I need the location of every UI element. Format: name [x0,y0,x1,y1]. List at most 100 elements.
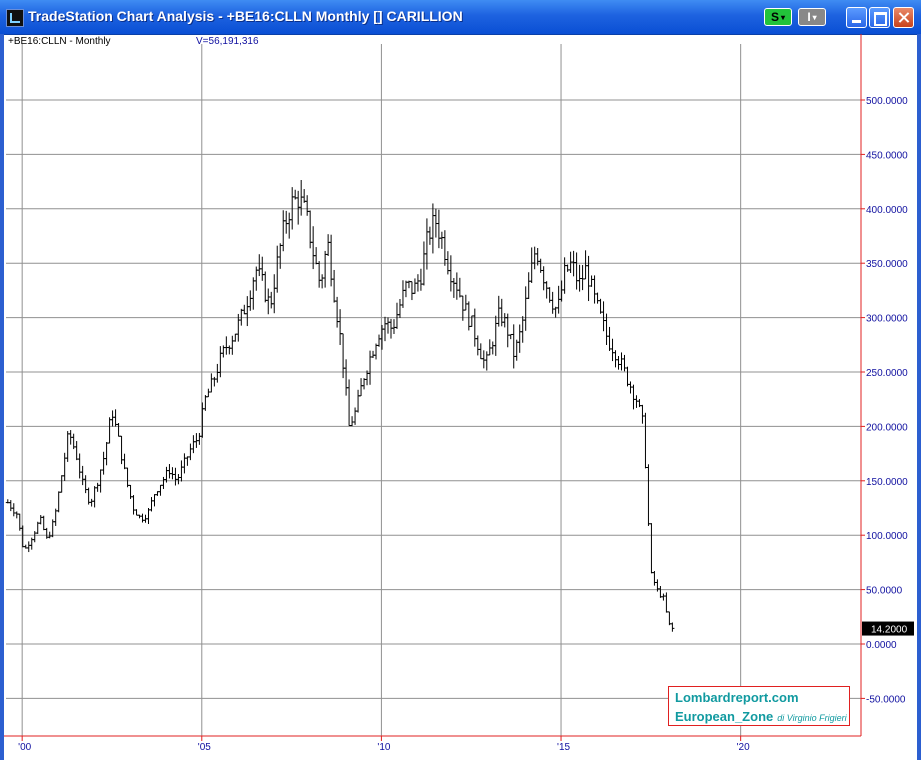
ohlc-bar [493,315,498,356]
ohlc-bar [664,592,669,613]
ohlc-bar [158,484,163,496]
ohlc-bar [622,354,627,372]
ohlc-bar [643,412,648,469]
ohlc-bar [14,511,19,519]
ohlc-bar [388,318,393,339]
ohlc-bars [5,179,675,632]
x-tick-label: '10 [377,742,390,753]
ohlc-bar [481,350,486,369]
ohlc-bar [317,261,322,288]
ohlc-bar [302,189,307,203]
ohlc-bar [326,234,331,256]
ohlc-bar [601,301,606,332]
ohlc-bar [365,370,370,386]
ohlc-bar [592,275,597,304]
ohlc-bar [613,350,618,368]
ohlc-bar [460,295,465,321]
ohlc-bar [478,343,483,360]
ohlc-bar [532,246,537,270]
ohlc-bar [335,296,340,328]
minimize-button[interactable] [846,7,867,28]
ohlc-bar [83,475,88,494]
ohlc-bar [80,465,85,486]
y-tick-label: 250.0000 [866,368,908,379]
ohlc-bar [412,278,417,294]
maximize-button[interactable] [869,7,890,28]
ohlc-bar [89,498,94,507]
ohlc-bar [484,351,489,371]
ohlc-bar [206,388,211,398]
ohlc-bar [475,335,480,356]
ohlc-bar [427,226,432,245]
ohlc-bar [251,277,256,310]
ohlc-bar [230,335,235,355]
y-tick-label: 100.0000 [866,531,908,542]
close-button[interactable] [893,7,914,28]
ohlc-bar [284,210,289,234]
ohlc-bar [451,278,456,298]
y-tick-label: 300.0000 [866,314,908,325]
ohlc-bar [553,306,558,318]
ohlc-bar [583,250,588,280]
y-tick-label: -50.0000 [866,694,906,705]
y-tick-label: 200.0000 [866,422,908,433]
ohlc-bar [589,275,594,287]
ohlc-bar [275,245,280,293]
ohlc-bar [38,515,43,525]
ohlc-bar [646,464,651,526]
ohlc-bar [104,442,109,466]
ohlc-bar [314,247,319,265]
ohlc-bar [517,324,522,353]
ohlc-bar [209,373,214,393]
ohlc-bar [233,333,238,342]
ohlc-bar [511,324,516,369]
ohlc-bar [424,218,429,270]
ohlc-bar [164,466,169,483]
ohlc-bar [65,431,70,462]
ohlc-bar [101,451,106,475]
y-tick-label: 500.0000 [866,96,908,107]
ohlc-bar [667,611,672,626]
ohlc-bar [409,281,414,301]
ohlc-bar [658,585,663,598]
ohlc-bar [74,441,79,461]
ohlc-bar [161,476,166,490]
ohlc-bar [350,416,355,427]
ohlc-bar [391,319,396,335]
time-axis: '00 '05 '10 '15 '20 [4,735,861,753]
ohlc-bar [356,389,361,413]
watermark-site: Lombardreport.com [675,690,799,705]
chevron-down-icon: ▾ [812,12,817,22]
ohlc-bar [281,210,286,252]
ohlc-bar [508,333,513,340]
ohlc-bar [131,495,136,515]
chart-grid [6,44,861,736]
ohlc-bar [442,230,447,266]
ohlc-bar [550,291,555,314]
ohlc-bar [526,272,531,299]
chart-symbol-label: +BE16:CLLN - Monthly [8,36,111,47]
ohlc-bar [490,341,495,355]
ohlc-bar [661,593,666,601]
ohlc-bar [311,226,316,270]
window-title: TradeStation Chart Analysis - +BE16:CLLN… [28,8,463,24]
ohlc-bar [260,256,265,281]
ohlc-bar [607,326,612,351]
ohlc-bar [248,290,253,311]
ohlc-bar [625,366,630,387]
ohlc-bar [670,622,675,632]
ohlc-bar [529,247,534,284]
ohlc-bar [11,503,16,517]
ohlc-bar [523,286,528,331]
strategy-button[interactable]: S ▾ [764,8,792,26]
ohlc-bar [269,291,274,309]
price-chart[interactable]: +BE16:CLLN - Monthly V=56,191,316 500.00… [4,34,917,760]
last-price-label: 14.2000 [871,625,908,636]
ohlc-bar [368,350,373,385]
ohlc-bar [95,482,100,492]
ohlc-bar [502,313,507,328]
ohlc-bar [400,280,405,308]
indicator-button[interactable]: I ▾ [798,8,826,26]
ohlc-bar [505,313,510,348]
ohlc-bar [272,274,277,314]
